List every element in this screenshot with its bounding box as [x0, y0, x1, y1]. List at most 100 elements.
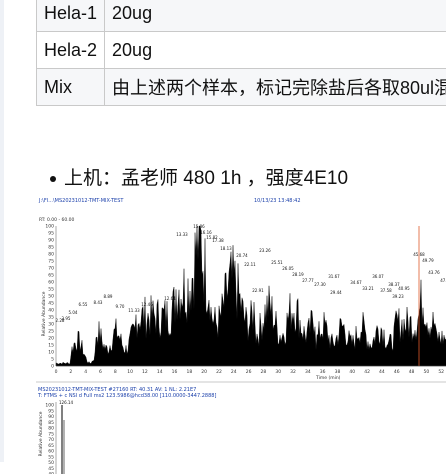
x-tick-label: 42 — [364, 369, 370, 375]
sample-name-cell: Mix — [37, 69, 105, 106]
bottom-filter-text: T: FTMS + c NSI d Full ms2 123.5986@hcd3… — [37, 393, 216, 399]
sample-name-cell: Hela-1 — [37, 0, 105, 32]
peak-label: 27.77 — [302, 278, 314, 283]
y-tick-label: 10 — [48, 350, 54, 356]
x-tick-label: 6 — [99, 369, 102, 375]
peak-label: 3.95 — [62, 316, 71, 321]
peak-label: 23.26 — [259, 248, 271, 253]
bottom-y-tick-label: 65 — [48, 443, 54, 449]
peak-label: 33.21 — [362, 286, 374, 291]
sample-table: Hela-1 20ug Hela-2 20ug Mix 由上述两个样本，标记完除… — [36, 0, 446, 106]
bottom-peak-label: 126.14 — [59, 400, 73, 405]
bullet-dot-icon — [50, 176, 56, 182]
x-tick-label: 18 — [186, 369, 192, 375]
bottom-y-tick-label: 50 — [48, 460, 54, 466]
x-tick-label: 44 — [379, 369, 385, 375]
peak-label: 27.30 — [314, 282, 326, 287]
y-tick-label: 95 — [48, 231, 54, 237]
table-row: Mix 由上述两个样本，标记完除盐后各取80ul混 — [37, 69, 446, 106]
datetime-text: 10/13/23 13:48:42 — [254, 198, 301, 204]
x-tick-label: 2 — [69, 369, 72, 375]
x-tick-label: 10 — [127, 369, 133, 375]
y-tick-label: 75 — [48, 259, 54, 265]
y-tick-label: 20 — [48, 336, 54, 342]
y-tick-label: 80 — [48, 252, 54, 258]
bullet-text: 上机：孟老师 480 1h ，强度4E10 — [64, 168, 348, 189]
x-tick-label: 48 — [409, 369, 415, 375]
bottom-y-tick-label: 60 — [48, 449, 54, 455]
peak-label: 18.13 — [220, 246, 232, 251]
peak-label: 15.86 — [193, 224, 205, 229]
table-row: Hela-2 20ug — [37, 32, 446, 69]
bottom-y-tick-label: 75 — [48, 431, 54, 437]
x-tick-label: 12 — [142, 369, 148, 375]
peak-label: 8.43 — [94, 300, 103, 305]
sample-amount-cell: 20ug — [105, 0, 446, 32]
top-y-axis-label: Relative Abundance — [41, 291, 47, 336]
peak-label: 39.23 — [392, 294, 404, 299]
y-tick-label: 90 — [48, 238, 54, 244]
peak-label: 29.44 — [330, 290, 342, 295]
y-tick-label: 5 — [51, 357, 54, 363]
peak-label: 22.91 — [252, 288, 264, 293]
file-path-text: J:\FI...\MS20231012-TMT-MIX-TEST — [38, 198, 124, 204]
bottom-y-tick-label: 45 — [48, 466, 54, 472]
y-tick-label: 35 — [48, 315, 54, 321]
bottom-y-tick-label: 85 — [48, 420, 54, 426]
y-tick-label: 30 — [48, 322, 54, 328]
sample-name-cell: Hela-2 — [37, 32, 105, 69]
bottom-y-tick-label: 70 — [48, 437, 54, 443]
x-tick-label: 4 — [84, 369, 87, 375]
x-tick-label: 0 — [55, 369, 58, 375]
x-tick-label: 20 — [201, 369, 207, 375]
x-tick-label: 32 — [290, 369, 296, 375]
peak-label: 37.58 — [380, 288, 392, 293]
chromatogram-screenshot: J:\FI...\MS20231012-TMT-MIX-TEST 10/13/2… — [36, 194, 446, 474]
peak-label: 20.74 — [236, 253, 248, 258]
bottom-y-tick-label: 90 — [48, 414, 54, 420]
peak-label: 6.55 — [79, 302, 88, 307]
peak-label: 17.38 — [212, 238, 224, 243]
peak-label: 13.33 — [176, 232, 188, 237]
peak-label: 40.95 — [398, 286, 410, 291]
y-tick-label: 15 — [48, 343, 54, 349]
bottom-y-axis-label: Relative Abundance — [38, 411, 44, 456]
x-tick-label: 50 — [424, 369, 430, 375]
rt-range-text: RT: 0.00 - 60.00 — [39, 217, 75, 223]
x-tick-label: 40 — [349, 369, 355, 375]
y-tick-label: 25 — [48, 329, 54, 335]
peak-label: 31.67 — [328, 274, 340, 279]
y-tick-label: 70 — [48, 266, 54, 272]
sample-amount-cell: 由上述两个样本，标记完除盐后各取80ul混 — [105, 69, 446, 106]
peak-label: 12.64 — [164, 296, 176, 301]
x-tick-label: 34 — [305, 369, 311, 375]
peak-label: 28.19 — [292, 272, 304, 277]
x-tick-label: 52 — [438, 369, 444, 375]
left-edge-strip — [0, 0, 4, 462]
peak-label: 45.68 — [413, 252, 425, 257]
x-tick-label: 36 — [320, 369, 326, 375]
bottom-y-tick-label: 55 — [48, 454, 54, 460]
bottom-y-tick-label: 95 — [48, 408, 54, 414]
peak-label: 49.79 — [422, 258, 434, 263]
x-tick-label: 30 — [275, 369, 281, 375]
sample-amount-cell: 20ug — [105, 32, 446, 69]
peak-label: 47.07 — [440, 278, 446, 283]
instrument-run-bullet: 上机：孟老师 480 1h ，强度4E10 — [50, 163, 348, 190]
bottom-y-tick-label: 80 — [48, 426, 54, 432]
chromatogram-image: J:\FI...\MS20231012-TMT-MIX-TEST 10/13/2… — [36, 194, 446, 474]
x-tick-label: 22 — [216, 369, 222, 375]
y-tick-label: 60 — [48, 280, 54, 286]
table-row: Hela-1 20ug — [37, 0, 446, 32]
x-tick-label: 24 — [231, 369, 237, 375]
x-tick-label: 16 — [172, 369, 178, 375]
peak-label: 26.05 — [282, 266, 294, 271]
y-tick-label: 40 — [48, 308, 54, 314]
peak-label: 36.07 — [372, 274, 384, 279]
x-tick-label: 38 — [335, 369, 341, 375]
x-tick-label: 26 — [246, 369, 252, 375]
peak-label: 22.11 — [244, 262, 256, 267]
peak-label: 8.89 — [104, 294, 113, 299]
x-tick-label: 8 — [114, 369, 117, 375]
y-tick-label: 0 — [51, 364, 54, 370]
